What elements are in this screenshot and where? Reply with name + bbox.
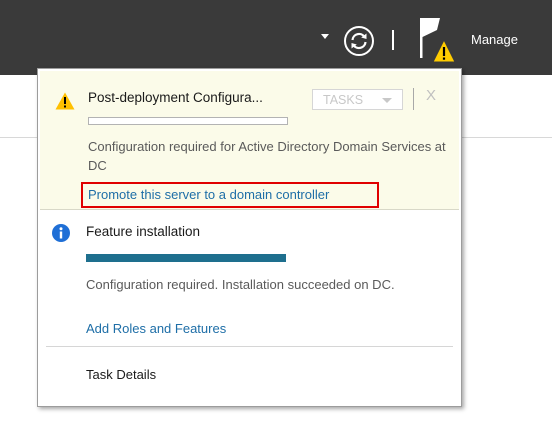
flag-icon[interactable]	[418, 18, 458, 66]
progress-bar	[86, 254, 286, 262]
notification-title: Post-deployment Configura...	[88, 90, 263, 105]
notifications-popup: Post-deployment Configura... TASKS X Con…	[37, 68, 462, 407]
warning-icon	[55, 92, 75, 110]
add-roles-link[interactable]: Add Roles and Features	[86, 321, 226, 336]
chevron-down-icon	[382, 98, 392, 103]
tasks-label: TASKS	[323, 93, 364, 107]
info-icon	[52, 224, 70, 242]
promote-server-link[interactable]: Promote this server to a domain controll…	[88, 187, 329, 202]
notification-title: Feature installation	[86, 224, 201, 239]
close-icon[interactable]: X	[426, 87, 436, 104]
dropdown-arrow-icon[interactable]	[321, 34, 329, 39]
notification-post-deployment: Post-deployment Configura... TASKS X Con…	[40, 71, 459, 210]
tasks-button[interactable]: TASKS	[312, 89, 403, 110]
task-details-link[interactable]: Task Details	[86, 367, 156, 382]
manage-menu[interactable]: Manage	[471, 32, 518, 47]
refresh-icon[interactable]	[342, 24, 376, 58]
notification-description: Configuration required for Active Direct…	[88, 139, 446, 173]
progress-bar	[88, 117, 288, 125]
warning-icon	[432, 38, 456, 63]
top-bar: Manage	[0, 0, 552, 75]
tasks-separator	[413, 88, 414, 110]
toolbar-separator	[392, 30, 394, 50]
divider	[46, 346, 453, 347]
notification-description: Configuration required. Installation suc…	[86, 277, 395, 292]
